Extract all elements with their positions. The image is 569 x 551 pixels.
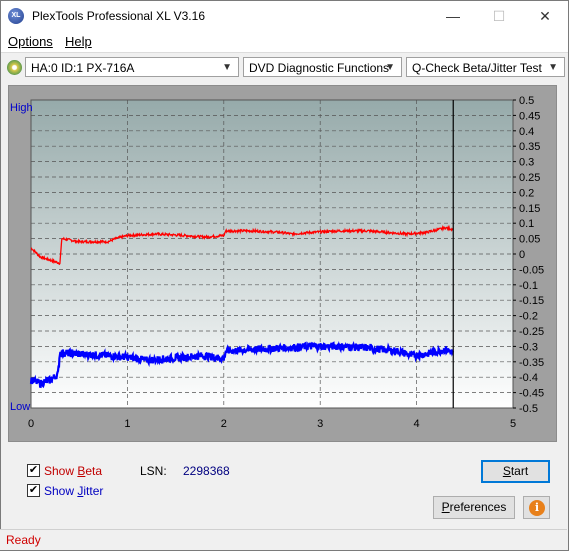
y-axis-low-label: Low [10,401,30,413]
function-select-value: DVD Diagnostic Functions [249,61,390,75]
preferences-button[interactable]: Preferences [433,496,515,519]
test-select[interactable]: Q-Check Beta/Jitter Test ▼ [406,57,565,77]
y-tick-label: 0.2 [519,187,534,199]
y-tick-label: 0.35 [519,141,540,153]
y-tick-label: 0.05 [519,234,540,246]
maximize-button[interactable]: ☐ [476,1,522,31]
y-tick-label: -0.25 [519,326,544,338]
test-select-value: Q-Check Beta/Jitter Test [412,61,542,75]
lsn-label: LSN: [140,464,167,478]
y-tick-label: -0.05 [519,264,544,276]
y-tick-label: 0.1 [519,218,534,230]
show-beta-label[interactable]: Show Beta [44,464,102,478]
x-axis-ticks: 0 1 2 3 4 5 [28,418,516,430]
menu-bar: Options Help [1,31,568,52]
window-title: PlexTools Professional XL V3.16 [32,9,205,23]
start-button[interactable]: Start [481,460,550,483]
menu-options[interactable]: Options [8,34,53,49]
y-tick-label: 0.3 [519,157,534,169]
app-icon: XL [8,8,24,24]
status-text: Ready [6,533,41,547]
y-tick-label: -0.5 [519,403,538,415]
x-tick-label: 1 [124,418,130,430]
y-tick-label: -0.3 [519,341,538,353]
y-tick-label: 0.5 [519,95,534,107]
function-select[interactable]: DVD Diagnostic Functions ▼ [243,57,402,77]
y-axis-ticks: 0.5 0.45 0.4 0.35 0.3 0.25 0.2 0.15 0.1 0.05 0 -0.0… [513,95,544,415]
menu-options-label: Options [8,34,53,49]
show-jitter-label[interactable]: Show Jitter [44,484,103,498]
x-tick-label: 0 [28,418,34,430]
close-button[interactable]: ✕ [522,1,568,31]
y-tick-label: -0.35 [519,357,544,369]
minimize-button[interactable]: — [430,1,476,31]
drive-select-value: HA:0 ID:1 PX-716A [31,61,135,75]
status-bar: Ready [0,529,567,550]
x-tick-label: 5 [510,418,516,430]
y-tick-label: 0.45 [519,110,540,122]
info-icon: i [529,500,545,516]
chevron-down-icon: ▼ [222,62,232,73]
toolbar: HA:0 ID:1 PX-716A ▼ DVD Diagnostic Funct… [1,52,568,82]
y-tick-label: -0.2 [519,311,538,323]
y-tick-label: -0.45 [519,388,544,400]
chevron-down-icon: ▼ [548,62,558,73]
title-bar: XL PlexTools Professional XL V3.16 — ☐ ✕ [1,1,568,31]
y-tick-label: -0.15 [519,295,544,307]
chevron-down-icon: ▼ [385,62,395,73]
show-beta-checkbox[interactable]: ✔ [27,464,40,477]
y-tick-label: 0 [519,249,525,261]
y-tick-label: -0.4 [519,372,538,384]
bottom-panel: ✔ Show Beta ✔ Show Jitter LSN: 2298368 S… [8,452,557,527]
x-tick-label: 4 [414,418,420,430]
menu-help-label: Help [65,34,92,49]
disc-icon [7,60,22,75]
y-tick-label: 0.4 [519,126,534,138]
menu-help[interactable]: Help [65,34,92,49]
x-tick-label: 3 [317,418,323,430]
y-tick-label: 0.15 [519,203,540,215]
beta-jitter-chart: High Low 0 1 2 3 4 5 0.5 0.45 0.4 0.35 0.3 0.25 0.2… [10,95,544,430]
y-tick-label: -0.1 [519,280,538,292]
grid-lines [31,100,513,408]
show-jitter-checkbox[interactable]: ✔ [27,484,40,497]
y-tick-label: 0.25 [519,172,540,184]
info-button[interactable]: i [523,496,550,519]
drive-select[interactable]: HA:0 ID:1 PX-716A ▼ [25,57,239,77]
x-tick-label: 2 [221,418,227,430]
y-axis-high-label: High [10,102,33,114]
lsn-value: 2298368 [183,464,230,478]
